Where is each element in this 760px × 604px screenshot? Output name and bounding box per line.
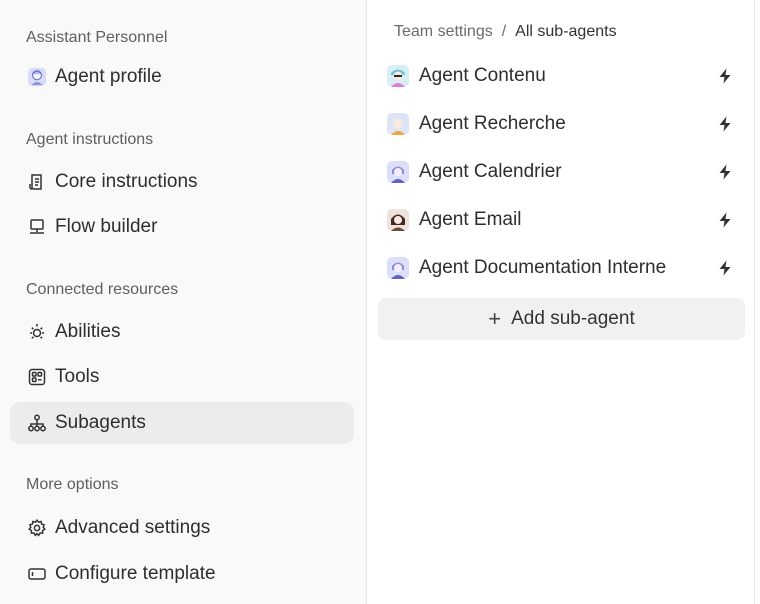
agent-avatar-icon [387,113,409,135]
agent-avatar-icon [387,161,409,183]
list-item[interactable]: Agent Email [367,196,754,244]
list-item[interactable]: Agent Documentation Interne [367,244,754,292]
main-panel: Team settings / All sub-agents Agent Con… [367,0,755,604]
section-label-resources: Connected resources [26,281,179,298]
document-icon [26,171,48,193]
sidebar-item-configure-template[interactable]: Configure template [10,553,354,595]
template-icon [26,563,48,585]
plus-icon: + [488,306,502,331]
sidebar-item-tools[interactable]: Tools [10,356,354,398]
monitor-icon [26,216,48,238]
agent-name: Agent Email [419,209,522,230]
agent-avatar-icon [387,257,409,279]
section-label-assistant: Assistant Personnel [26,29,168,46]
bolt-icon[interactable] [718,68,732,84]
agent-avatar-icon [387,65,409,87]
sidebar-item-agent-profile[interactable]: Agent profile [10,56,354,98]
sidebar-item-label: Tools [55,366,100,387]
list-item[interactable]: Agent Calendrier [367,148,754,196]
bolt-icon[interactable] [718,260,732,276]
hierarchy-icon [26,412,48,434]
add-subagent-button[interactable]: + Add sub-agent [378,298,745,340]
sidebar-item-core-instructions[interactable]: Core instructions [10,161,354,203]
sidebar-item-flow-builder[interactable]: Flow builder [10,206,354,248]
avatar-icon [26,66,48,88]
breadcrumb-team-settings[interactable]: Team settings [394,23,493,41]
add-subagent-label: Add sub-agent [511,308,635,329]
app-window: Assistant Personnel Agent profile Agent … [0,0,760,604]
breadcrumb: Team settings / All sub-agents [367,21,754,43]
bolt-icon[interactable] [718,116,732,132]
agent-name: Agent Documentation Interne [419,257,667,278]
agent-name: Agent Contenu [419,65,546,86]
grid-box-icon [26,366,48,388]
gear-icon [26,517,48,539]
sidebar-item-label: Abilities [55,321,121,342]
list-item[interactable]: Agent Contenu [367,52,754,100]
sidebar-item-label: Subagents [55,412,146,433]
section-label-instructions: Agent instructions [26,131,154,148]
section-label-more-options: More options [26,476,119,493]
breadcrumb-all-subagents: All sub-agents [515,23,617,40]
sidebar-item-label: Core instructions [55,171,198,192]
list-item[interactable]: Agent Recherche [367,100,754,148]
agent-name: Agent Calendrier [419,161,562,182]
subagent-list: Agent Contenu Agent Recherche Agent Cale… [367,52,754,292]
bolt-icon[interactable] [718,164,732,180]
sidebar-item-abilities[interactable]: Abilities [10,311,354,353]
sidebar-item-label: Configure template [55,563,216,584]
bolt-icon[interactable] [718,212,732,228]
sidebar-item-label: Advanced settings [55,517,211,538]
sidebar-item-subagents[interactable]: Subagents [10,402,354,444]
sidebar-item-label: Flow builder [55,216,158,237]
agent-name: Agent Recherche [419,113,566,134]
sidebar-item-advanced-settings[interactable]: Advanced settings [10,507,354,549]
agent-avatar-icon [387,209,409,231]
sidebar-item-label: Agent profile [55,66,162,87]
sparkle-sun-icon [26,321,48,343]
sidebar: Assistant Personnel Agent profile Agent … [0,0,367,604]
breadcrumb-separator: / [501,23,507,40]
